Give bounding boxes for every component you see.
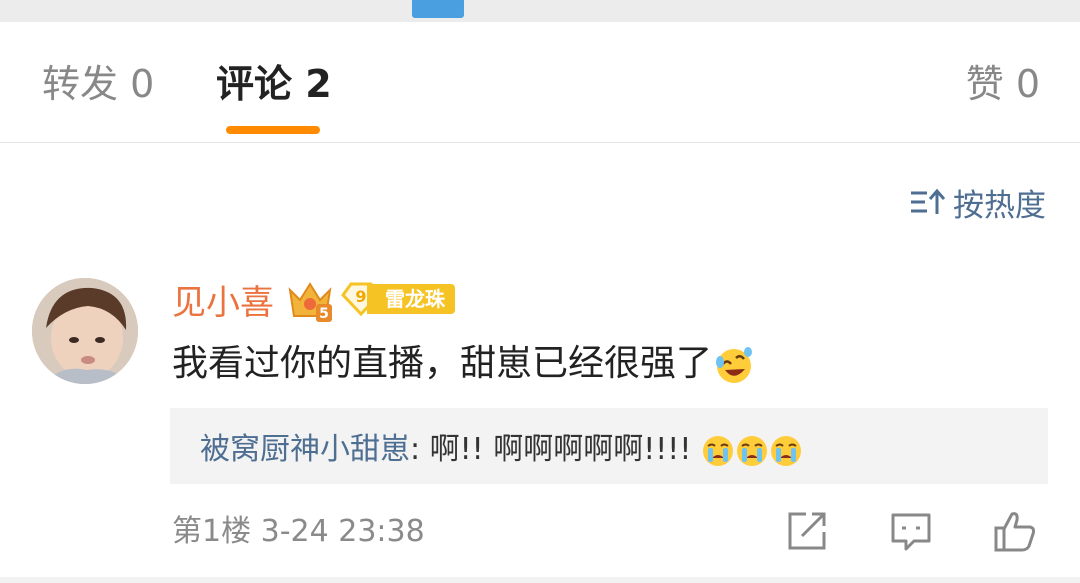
reply-colon: :: [410, 432, 430, 467]
comment-icon[interactable]: [888, 508, 934, 554]
sort-button[interactable]: 按热度: [909, 182, 1046, 224]
comment-body: 我看过你的直播，甜崽已经很强了: [172, 343, 713, 384]
active-tab-indicator: [226, 126, 320, 134]
reply-line: 被窝厨神小甜崽: 啊!! 啊啊啊啊啊!!!!: [200, 430, 803, 470]
crying-emoji-icon: [702, 435, 733, 466]
comment-username[interactable]: 见小喜: [172, 282, 274, 324]
sort-icon: [911, 188, 945, 214]
sort-label: 按热度: [953, 187, 1046, 224]
tab-like[interactable]: 赞 0: [966, 62, 1040, 106]
crown-badge-icon: 5: [288, 282, 332, 322]
avatar[interactable]: [32, 278, 138, 384]
tab-comment[interactable]: 评论 2: [216, 62, 332, 106]
level-number: 9: [355, 287, 366, 306]
share-icon[interactable]: [784, 508, 830, 554]
avatar-image: [32, 278, 138, 384]
level-tag: 雷龙珠: [367, 284, 455, 314]
crying-emoji-icon: [770, 435, 801, 466]
tab-bar: 转发 0 评论 2 赞 0: [0, 22, 1080, 143]
comment-meta: 第1楼 3-24 23:38: [172, 514, 425, 549]
like-icon[interactable]: [992, 508, 1038, 554]
reply-author[interactable]: 被窝厨神小甜崽: [200, 432, 410, 467]
tab-repost[interactable]: 转发 0: [42, 62, 154, 106]
reply-box[interactable]: 被窝厨神小甜崽: 啊!! 啊啊啊啊啊!!!!: [170, 408, 1048, 484]
top-bar: [0, 0, 1080, 22]
crying-emoji-icon: [736, 435, 767, 466]
app-logo-icon: [412, 0, 464, 18]
reply-content: 啊!! 啊啊啊啊啊!!!!: [429, 432, 701, 467]
crown-level: 5: [319, 306, 329, 322]
level-badge: 9 雷龙珠: [341, 282, 455, 316]
bottom-divider: [0, 577, 1080, 583]
comment-text: 我看过你的直播，甜崽已经很强了: [172, 340, 754, 388]
laugh-cry-emoji-icon: [716, 347, 753, 383]
